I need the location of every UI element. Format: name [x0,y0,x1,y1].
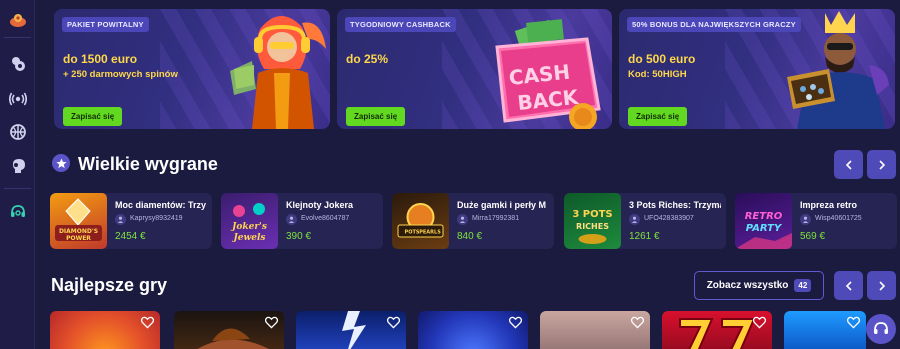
win-amount: 840 € [457,231,483,242]
see-all-button[interactable]: Zobacz wszystko 42 [694,271,824,300]
game-tile[interactable] [174,311,284,349]
see-all-label: Zobacz wszystko [706,280,789,291]
promo-banner-highroller[interactable]: 50% BONUS DLA NAJWIĘKSZYCH GRACZY do 500… [619,9,895,129]
promo-tag: PAKIET POWITALNY [62,17,149,32]
thumbnail-text: RICHES [576,222,609,231]
signup-button[interactable]: Zapisać się [63,107,123,126]
game-thumbnail: RETRO PARTY [735,193,792,249]
game-tile[interactable] [662,311,772,349]
big-win-card[interactable]: POTS PEARLS Duże gamki i perły M Mirra17… [392,193,554,249]
heart-icon[interactable] [387,316,400,329]
big-win-card[interactable]: Joker's Jewels Klejnoty Jokera Evolve860… [221,193,383,249]
promo-subline: Kod: 50HIGH [628,69,687,80]
thumbnail-text: Joker's [230,222,267,232]
game-tile[interactable] [50,311,160,349]
game-tile[interactable] [784,311,866,349]
promo-headline: do 500 euro [628,52,696,66]
heart-icon[interactable] [509,316,522,329]
game-thumbnail: DIAMOND'S POWER [50,193,107,249]
heart-icon[interactable] [753,316,766,329]
win-game-name: Klejnoty Jokera [286,200,354,210]
casino-chips-icon[interactable] [9,55,27,73]
best-games-next-button[interactable] [867,271,896,300]
game-thumbnail: 3 POTS RICHES [564,193,621,249]
promo-banner-cashback[interactable]: TYGODNIOWY CASHBACK do 25% Zapisać się C… [337,9,612,129]
promo-headline: do 1500 euro [63,52,138,66]
win-amount: 1261 € [629,231,660,242]
win-amount: 2454 € [115,231,146,242]
best-games-title: Najlepsze gry [51,275,168,295]
thumbnail-text: POTS [405,230,420,236]
chevron-right-icon [878,159,885,170]
game-tile[interactable] [418,311,528,349]
promo-icon[interactable] [9,11,27,29]
heart-icon[interactable] [631,316,644,329]
support-headset-icon[interactable] [9,203,27,221]
game-tile[interactable] [296,311,406,349]
signup-button[interactable]: Zapisać się [628,107,688,126]
heart-icon[interactable] [847,316,860,329]
heart-icon[interactable] [265,316,278,329]
chevron-left-icon [845,159,852,170]
thumbnail-text: Jewels [232,233,266,243]
win-username: UFO428383907 [644,215,694,222]
signup-button[interactable]: Zapisać się [346,107,406,126]
win-game-name: Impreza retro [800,200,858,210]
live-broadcast-icon[interactable] [9,90,27,108]
sidebar-divider [4,188,31,189]
big-win-card[interactable]: DIAMOND'S POWER Moc diamentów: Trzy Kapr… [50,193,212,249]
game-tile[interactable] [540,311,650,349]
big-wins-title: Wielkie wygrane [78,154,218,174]
thumbnail-text: PARTY [746,223,783,234]
user-icon [629,214,640,225]
sidebar-divider [4,37,31,38]
win-amount: 390 € [286,231,312,242]
boxing-glove-icon[interactable] [9,157,27,175]
big-wins-next-button[interactable] [867,150,896,179]
user-icon [115,214,126,225]
thumbnail-text: PEARLS [419,230,441,236]
chevron-left-icon [845,280,852,291]
support-chat-button[interactable] [866,314,896,344]
user-icon [286,214,297,225]
win-amount: 569 € [800,231,826,242]
user-icon [457,214,468,225]
headset-icon [874,322,888,334]
win-game-name: 3 Pots Riches: Trzyma [629,200,721,210]
heart-icon[interactable] [141,316,154,329]
win-username: Evolve8604787 [301,215,350,222]
win-username: Kaprysy8932419 [130,215,183,222]
win-username: Mirra17992381 [472,215,520,222]
promo-tag: 50% BONUS DLA NAJWIĘKSZYCH GRACZY [627,17,801,32]
thumbnail-text: 3 POTS [572,209,612,220]
star-icon [52,154,70,172]
thumbnail-text: POWER [66,235,91,242]
games-count-badge: 42 [794,279,812,292]
big-win-card[interactable]: 3 POTS RICHES 3 Pots Riches: Trzyma UFO4… [564,193,726,249]
cashback-illustration: CASH BACK [495,19,601,129]
promo-character-illustration [230,15,326,129]
chevron-right-icon [878,280,885,291]
best-games-prev-button[interactable] [834,271,863,300]
user-icon [800,214,811,225]
promo-headline: do 25% [346,52,389,66]
sports-ball-icon[interactable] [9,123,27,141]
game-thumbnail: POTS PEARLS [392,193,449,249]
promo-tag: TYGODNIOWY CASHBACK [345,17,456,32]
thumbnail-text: RETRO [745,211,783,222]
game-thumbnail: Joker's Jewels [221,193,278,249]
king-character-illustration [787,11,889,129]
win-game-name: Moc diamentów: Trzy [115,200,207,210]
win-username: Wisp40601725 [815,215,862,222]
win-game-name: Duże gamki i perły M [457,200,547,210]
promo-banner-welcome[interactable]: PAKIET POWITALNY do 1500 euro + 250 darm… [54,9,330,129]
big-wins-prev-button[interactable] [834,150,863,179]
promo-subline: + 250 darmowych spinów [63,69,178,80]
sidebar [0,0,35,349]
big-win-card[interactable]: RETRO PARTY Impreza retro Wisp40601725 5… [735,193,897,249]
thumbnail-text: DIAMOND'S [59,228,98,235]
